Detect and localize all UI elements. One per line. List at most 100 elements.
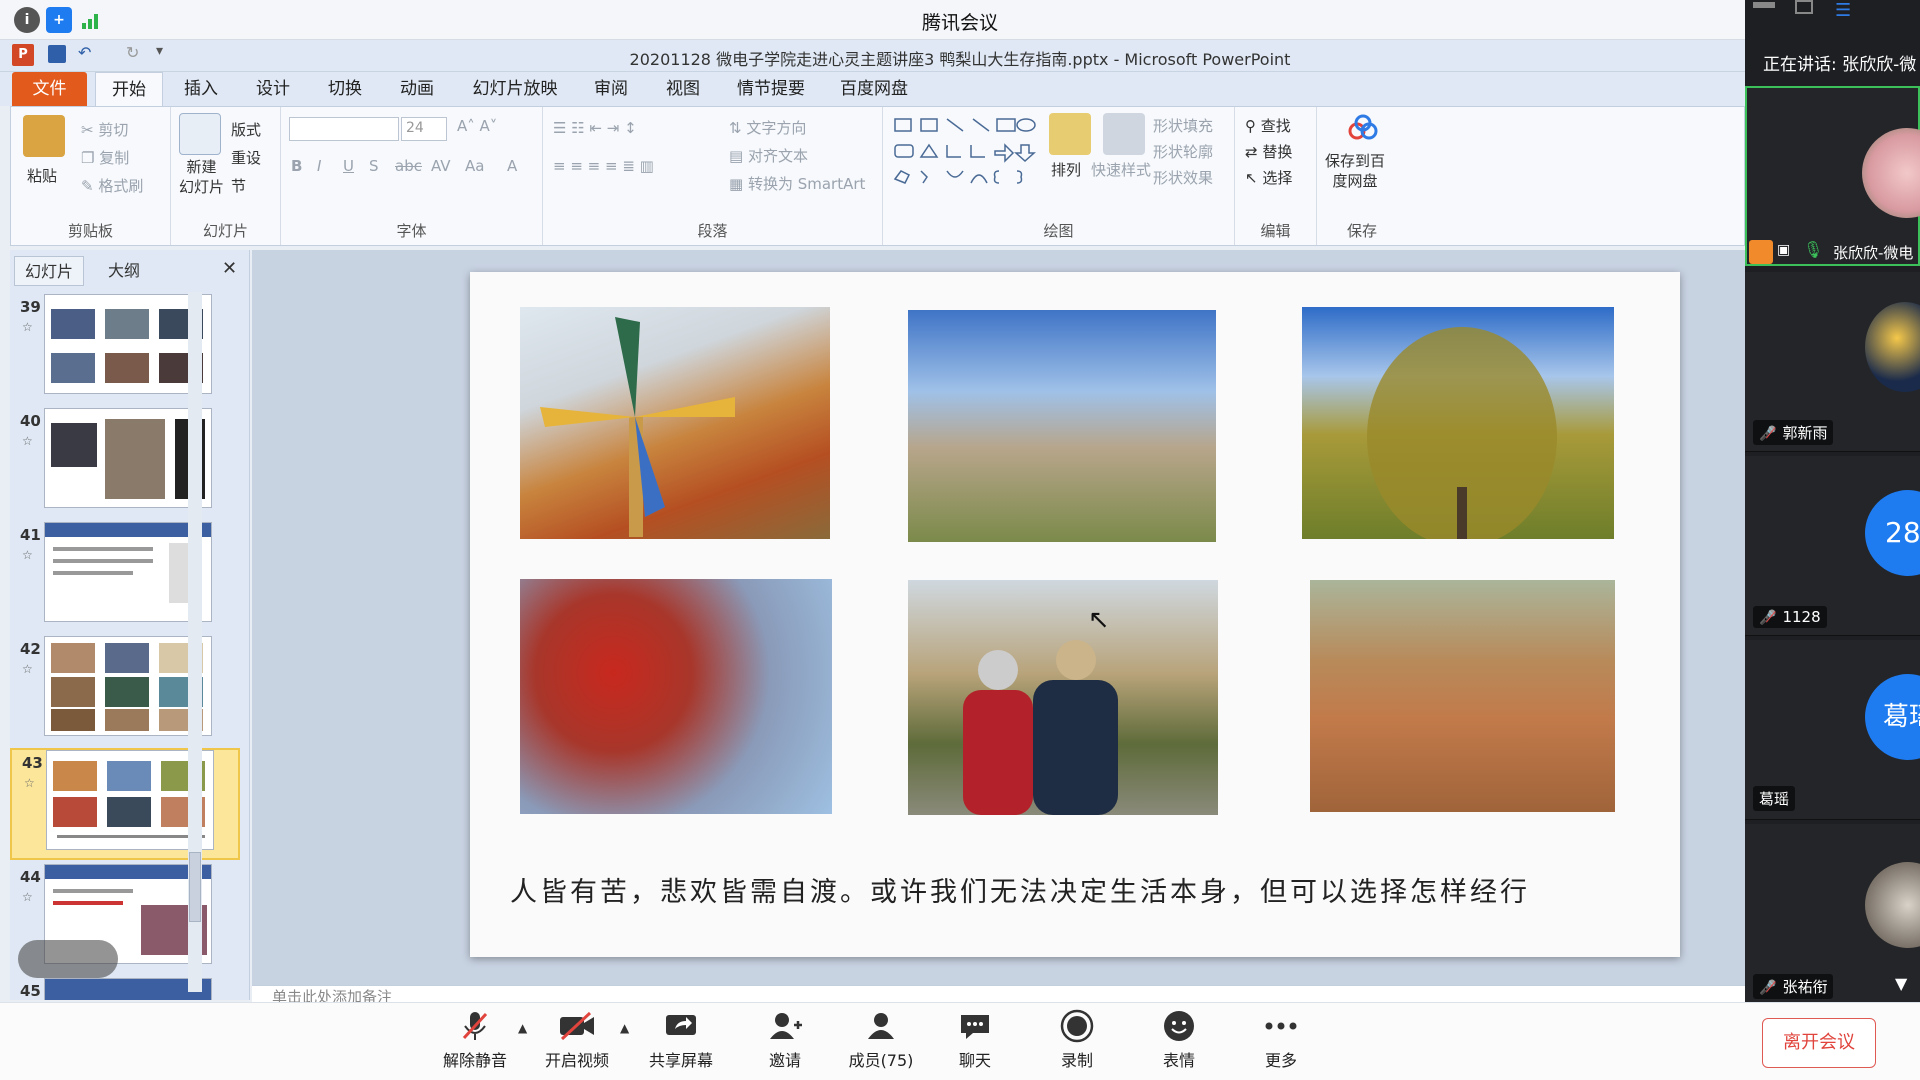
font-color-icon[interactable]: A — [507, 157, 517, 175]
tab-animations[interactable]: 动画 — [386, 72, 448, 106]
share-screen-icon — [636, 1009, 726, 1043]
tab-transitions[interactable]: 切换 — [314, 72, 376, 106]
text-direction-button[interactable]: ⇅ 文字方向 — [729, 117, 806, 138]
minimize-icon[interactable] — [1753, 2, 1775, 8]
italic-icon[interactable]: I — [317, 157, 321, 175]
tab-storyboard[interactable]: 情节提要 — [726, 72, 816, 106]
grow-font-icon[interactable]: A˄ A˅ — [457, 117, 497, 135]
tab-view[interactable]: 视图 — [652, 72, 714, 106]
char-spacing-icon[interactable]: AV — [431, 157, 451, 175]
document-title: 20201128 微电子学院走进心灵主题讲座3 鸭梨山大生存指南.pptx - … — [629, 50, 1291, 69]
close-panel-icon[interactable]: ✕ — [222, 258, 237, 279]
thumbnail-42[interactable]: 42 ☆ — [10, 636, 240, 748]
more-dots-icon — [1236, 1009, 1326, 1043]
thumbnail-40[interactable]: 40 ☆ — [10, 408, 240, 520]
quick-styles-button[interactable]: 快速样式 — [1091, 159, 1151, 180]
arrange-button[interactable]: 排列 — [1051, 159, 1081, 180]
participant-tile-3[interactable]: 28 🎤̸ 1128 — [1745, 456, 1920, 636]
quick-styles-icon[interactable] — [1103, 113, 1145, 155]
font-name-select[interactable] — [289, 117, 399, 141]
tab-slides[interactable]: 幻灯片 — [14, 256, 84, 286]
tab-home[interactable]: 开始 — [95, 72, 163, 106]
format-painter-button[interactable]: ✎ 格式刷 — [81, 175, 143, 196]
arrange-icon[interactable] — [1049, 113, 1091, 155]
emoji-button[interactable]: 表情 — [1134, 1009, 1224, 1071]
font-size-select[interactable]: 24 — [401, 117, 447, 141]
slide-thumbnail-panel: 幻灯片 大纲 ✕ 39 ☆ 40 ☆ 41 ☆ 42 ☆ 43 ☆ 44 ☆ 4… — [10, 250, 250, 1000]
shape-outline-button[interactable]: 形状轮廓 — [1153, 141, 1213, 162]
new-slide-icon[interactable] — [179, 113, 221, 155]
members-button[interactable]: 成员(75) — [836, 1009, 926, 1071]
thumbnail-43-selected[interactable]: 43 ☆ — [10, 748, 240, 860]
copy-button[interactable]: ❐ 复制 — [81, 147, 129, 168]
scroll-down-icon[interactable]: ▼ — [1895, 974, 1907, 993]
font-group-label: 字体 — [396, 222, 427, 240]
start-video-button[interactable]: 开启视频 — [532, 1009, 622, 1071]
align-icons[interactable]: ≡ ≡ ≡ ≡ ≣ ▥ — [553, 157, 654, 175]
current-slide[interactable]: 人皆有苦，悲欢皆需自渡。或许我们无法决定生活本身，但可以选择怎样经行 — [470, 272, 1680, 957]
layout-button[interactable]: 版式 — [231, 119, 261, 140]
chat-button[interactable]: 聊天 — [930, 1009, 1020, 1071]
shadow-icon[interactable]: S — [369, 157, 379, 175]
find-button[interactable]: ⚲ 查找 — [1245, 115, 1291, 136]
share-screen-button[interactable]: 共享屏幕 — [636, 1009, 726, 1071]
video-options-chevron-icon[interactable]: ▲ — [620, 1021, 629, 1035]
tab-outline[interactable]: 大纲 — [94, 256, 154, 286]
unmute-button[interactable]: 解除静音 — [430, 1009, 520, 1071]
shape-effects-button[interactable]: 形状效果 — [1153, 167, 1213, 188]
notes-pane[interactable]: 单击此处添加备注 — [252, 985, 1745, 1006]
bullets-icon[interactable]: ☰ ☷ ⇤ ⇥ ↕ — [553, 119, 637, 137]
record-label: 录制 — [1060, 1051, 1093, 1070]
shape-fill-button[interactable]: 形状填充 — [1153, 115, 1213, 136]
speaking-indicator: 正在讲话: 张欣欣-微 — [1745, 44, 1920, 86]
tab-baidu-netdisk[interactable]: 百度网盘 — [828, 72, 920, 106]
participant-tile-4[interactable]: 葛瑶 葛瑶 — [1745, 640, 1920, 820]
tab-file[interactable]: 文件 — [12, 72, 87, 106]
avatar — [1862, 128, 1920, 218]
section-button[interactable]: 节 — [231, 175, 246, 196]
save-to-baidu-button[interactable]: 保存到百 度网盘 — [1325, 151, 1385, 191]
reset-button[interactable]: 重设 — [231, 147, 261, 168]
tab-slideshow[interactable]: 幻灯片放映 — [460, 72, 570, 106]
cut-button[interactable]: ✂ 剪切 — [81, 119, 128, 140]
save-baidu-label-1: 保存到百 — [1325, 152, 1386, 170]
record-button[interactable]: 录制 — [1032, 1009, 1122, 1071]
participant-tile-5[interactable]: ▼ 🎤̸ 张祐衔 — [1745, 824, 1920, 1020]
new-slide-button[interactable]: 新建 幻灯片 — [179, 157, 224, 197]
audio-options-chevron-icon[interactable]: ▲ — [518, 1021, 527, 1035]
leave-meeting-button[interactable]: 离开会议 — [1762, 1018, 1876, 1068]
thumbnail-image — [44, 636, 212, 736]
photo-windmill — [520, 307, 830, 539]
copy-icon: ❐ — [81, 149, 100, 167]
select-button[interactable]: ↖ 选择 — [1245, 167, 1292, 188]
mouse-cursor-icon: ↖ — [1088, 605, 1110, 635]
list-view-icon[interactable]: ☰ — [1835, 0, 1851, 21]
smartart-button[interactable]: ▦ 转换为 SmartArt — [729, 173, 865, 194]
shapes-gallery[interactable] — [891, 113, 1041, 189]
strikethrough-icon[interactable]: abc — [395, 157, 422, 175]
thumbnail-45[interactable]: 45 — [10, 978, 240, 1000]
thumbnail-41[interactable]: 41 ☆ — [10, 522, 240, 634]
baidu-cloud-icon[interactable] — [1347, 113, 1379, 145]
participant-tile-1[interactable]: ▣ 🎙 张欣欣-微电 — [1745, 86, 1920, 266]
maximize-icon[interactable] — [1795, 0, 1813, 14]
floating-control-pill[interactable] — [18, 940, 118, 978]
tab-design[interactable]: 设计 — [242, 72, 304, 106]
participant-tile-2[interactable]: 🎤̸ 郭新雨 — [1745, 272, 1920, 452]
unmute-label: 解除静音 — [442, 1051, 507, 1070]
brush-icon: ✎ — [81, 177, 99, 195]
thumbnail-scrollbar[interactable] — [188, 292, 202, 992]
tab-insert[interactable]: 插入 — [170, 72, 232, 106]
underline-icon[interactable]: U — [343, 157, 354, 175]
replace-button[interactable]: ⇄ 替换 — [1245, 141, 1292, 162]
align-text-button[interactable]: ▤ 对齐文本 — [729, 145, 808, 166]
more-button[interactable]: 更多 — [1236, 1009, 1326, 1071]
paragraph-group: ☰ ☷ ⇤ ⇥ ↕ ⇅ 文字方向 ▤ 对齐文本 ▦ 转换为 SmartArt ≡… — [543, 107, 883, 245]
tab-review[interactable]: 审阅 — [580, 72, 642, 106]
bold-icon[interactable]: B — [291, 157, 302, 175]
change-case-icon[interactable]: Aa — [465, 157, 484, 175]
paste-button[interactable]: 粘贴 — [27, 165, 57, 186]
invite-button[interactable]: 邀请 — [740, 1009, 830, 1071]
thumbnail-39[interactable]: 39 ☆ — [10, 294, 240, 406]
paste-icon[interactable] — [23, 115, 65, 157]
